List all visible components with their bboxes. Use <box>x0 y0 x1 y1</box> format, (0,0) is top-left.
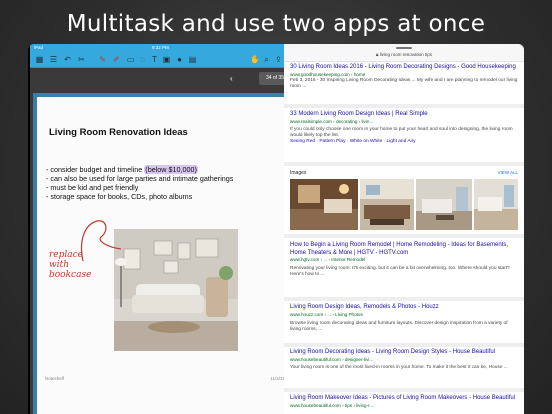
carrier-label: iPad <box>34 45 44 50</box>
mic-icon[interactable]: ● <box>175 55 184 64</box>
images-section-label: Images <box>290 170 307 176</box>
result-separator <box>284 343 524 347</box>
browser-address-bar[interactable]: 🔒︎ living room renovation tips <box>284 44 524 62</box>
search-result[interactable]: 33 Modern Living Room Design Ideas | Rea… <box>290 111 518 145</box>
bullet-item: - consider budget and timeline (below $1… <box>46 165 198 174</box>
result-snippet: Renovating your living room: It's exciti… <box>290 266 510 278</box>
handwritten-annotation: replace with bookcase <box>49 250 92 280</box>
search-result[interactable]: 30 Living Room Ideas 2016 - Living Room … <box>290 64 518 90</box>
bullet-item: - can also be used for large parties and… <box>46 174 234 183</box>
result-separator <box>284 104 524 108</box>
highlighted-text: (below $10,000) <box>144 165 198 174</box>
doc-icon[interactable]: ▤ <box>188 55 197 64</box>
marker-icon[interactable]: ✐ <box>112 55 121 64</box>
image-icon[interactable]: ▣ <box>162 55 171 64</box>
hand-icon[interactable]: ✋ <box>250 55 260 64</box>
bullet-item: - storage space for books, CDs, photo al… <box>46 192 193 201</box>
pen-icon[interactable]: ✎ <box>98 55 107 64</box>
result-title[interactable]: 30 Living Room Ideas 2016 - Living Room … <box>290 64 518 72</box>
search-result[interactable]: How to Begin a Living Room Remodel | Hom… <box>290 242 518 279</box>
time-label: 9:32 PM <box>152 45 169 50</box>
bullet-item: - must be kid and pet friendly <box>46 183 139 192</box>
note-date: 11/4/15 <box>270 376 285 381</box>
scissors-icon[interactable]: ✂ <box>77 55 86 64</box>
headline: Multitask and use two apps at once <box>66 11 486 37</box>
result-title[interactable]: How to Begin a Living Room Remodel | Hom… <box>290 242 518 257</box>
list-icon[interactable]: ☰ <box>49 55 58 64</box>
living-room-photo[interactable] <box>114 229 238 351</box>
result-separator <box>284 297 524 301</box>
browser-pane: 🔒︎ living room renovation tips 30 Living… <box>284 44 524 414</box>
image-thumbnail[interactable] <box>474 179 518 230</box>
ipad-screen: iPad 9:32 PM 39% ▦ ☰ ↶ ✂ ✎ ✐ ▭ ◌ T ▣ ● ▤… <box>28 44 524 414</box>
result-separator <box>284 388 524 392</box>
image-thumbnail[interactable] <box>360 179 414 230</box>
status-bar: iPad 9:32 PM 39% <box>30 44 299 52</box>
result-url: www.houzz.com › ... › Living Photos <box>290 311 363 317</box>
search-icon[interactable]: ⌕ <box>262 55 271 64</box>
notes-toolbar: ▦ ☰ ↶ ✂ ✎ ✐ ▭ ◌ T ▣ ● ▤ ✋ ⌕ ⇪ ⚙ <box>30 52 299 68</box>
notebook-name: Noteshelf <box>45 376 65 381</box>
result-url: www.housebeautiful.com › tips › living-r… <box>290 402 374 408</box>
eraser-icon[interactable]: ▭ <box>126 55 135 64</box>
pane-grabber[interactable] <box>396 47 412 49</box>
image-thumbnail[interactable] <box>416 179 472 230</box>
result-title[interactable]: 33 Modern Living Room Design Ideas | Rea… <box>290 111 518 119</box>
search-result[interactable]: Living Room Design Ideas, Remodels & Pho… <box>290 304 518 333</box>
share-icon[interactable]: ⇪ <box>274 55 283 64</box>
note-page[interactable]: Living Room Renovation Ideas - consider … <box>33 93 299 414</box>
page-navigation: ‹ 34 of 35 › <box>30 68 299 90</box>
lasso-icon[interactable]: ◌ <box>138 55 147 64</box>
search-result[interactable]: Living Room Makeover Ideas - Pictures of… <box>290 395 518 409</box>
result-url: www.realsimple.com › decorating › livin.… <box>290 118 374 124</box>
grid-icon[interactable]: ▦ <box>35 55 44 64</box>
view-all-link[interactable]: VIEW ALL <box>497 170 518 175</box>
result-url: www.housebeautiful.com › designer-livi..… <box>290 356 374 362</box>
undo-icon[interactable]: ↶ <box>63 55 72 64</box>
search-result[interactable]: Living Room Decorating Ideas - Living Ro… <box>290 349 518 371</box>
prev-page-button[interactable]: ‹ <box>230 72 233 85</box>
result-title[interactable]: Living Room Decorating Ideas - Living Ro… <box>290 349 518 357</box>
result-snippet: Feb 3, 2016 - 30 Inspiring Living Room D… <box>290 77 518 89</box>
url-text[interactable]: 🔒︎ living room renovation tips <box>284 52 524 57</box>
result-snippet: Your living room is one of the most live… <box>290 364 508 370</box>
result-title[interactable]: Living Room Design Ideas, Remodels & Pho… <box>290 304 518 312</box>
result-snippet: If you could only choose one room in you… <box>290 126 513 138</box>
text-icon[interactable]: T <box>150 55 159 64</box>
result-separator <box>284 162 524 166</box>
lock-icon: 🔒︎ <box>376 52 379 57</box>
result-snippet: Browse living room decorating ideas and … <box>290 320 508 332</box>
note-bullets: - consider budget and timeline (below $1… <box>46 165 233 201</box>
result-title[interactable]: Living Room Makeover Ideas - Pictures of… <box>290 395 518 403</box>
result-sitelinks[interactable]: Seeing Red · Pattern Play · White on Whi… <box>290 139 518 145</box>
result-separator <box>284 234 524 238</box>
notes-app-pane: iPad 9:32 PM 39% ▦ ☰ ↶ ✂ ✎ ✐ ▭ ◌ T ▣ ● ▤… <box>30 44 299 414</box>
result-url: www.hgtv.com › ... › Interior Remodel <box>290 257 366 262</box>
note-title: Living Room Renovation Ideas <box>49 127 188 138</box>
image-thumbnail[interactable] <box>290 179 358 230</box>
